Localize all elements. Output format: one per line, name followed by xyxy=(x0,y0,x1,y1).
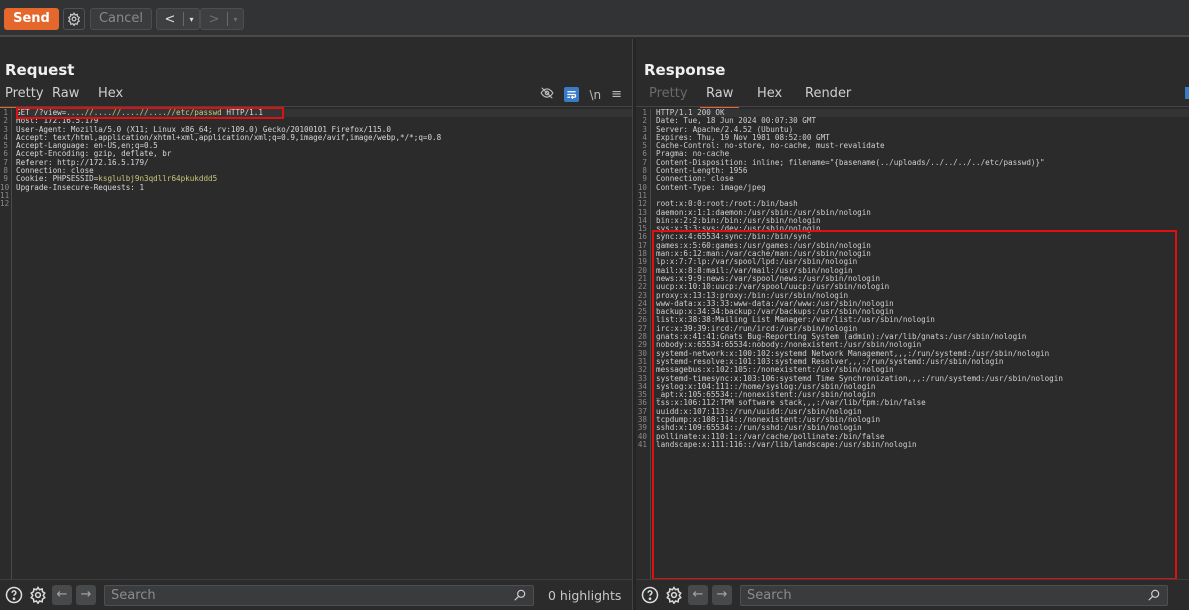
scrollbar-marker[interactable] xyxy=(1185,87,1189,99)
back-arrow-icon: < xyxy=(164,11,176,27)
help-icon xyxy=(5,586,23,604)
help-icon xyxy=(641,586,659,604)
line-gutter: 1 2 3 4 5 6 7 8 9 10 11 12 13 14 15 16 17 18 19 20 21 22 23 24 2… xyxy=(636,108,651,579)
search-placeholder: Search xyxy=(111,587,156,603)
settings-button[interactable] xyxy=(664,585,684,605)
search-icon xyxy=(513,588,527,608)
newline-toggle[interactable]: \n xyxy=(589,88,601,102)
forward-dropdown-icon[interactable]: ▾ xyxy=(228,15,243,24)
request-pane: Request Pretty Raw Hex \n ≡ 1 2 3 4 5 6 7 8 9 10 1… xyxy=(0,39,632,579)
arrow-right-icon: → xyxy=(716,587,728,602)
hamburger-icon[interactable]: ≡ xyxy=(611,87,622,102)
response-pane: Response Pretty Raw Hex Render 123456789… xyxy=(636,39,1189,580)
request-footer: ← → Search 0 highlights xyxy=(0,579,632,610)
gear-icon xyxy=(67,12,81,26)
help-button[interactable] xyxy=(4,585,24,605)
payload-highlight-box xyxy=(16,107,284,119)
forward-arrow-icon: > xyxy=(208,11,220,27)
line-number: 41 xyxy=(637,439,647,449)
tab-raw[interactable]: Raw xyxy=(699,86,740,108)
arrow-right-icon: → xyxy=(80,587,92,602)
search-icon xyxy=(1147,588,1161,608)
history-forward-button[interactable]: > ▾ xyxy=(200,8,244,30)
history-back-button[interactable]: < ▾ xyxy=(156,8,200,30)
tab-hex[interactable]: Hex xyxy=(98,86,123,101)
tab-raw[interactable]: Raw xyxy=(52,86,79,101)
tabs-divider xyxy=(636,106,1189,107)
back-dropdown-icon[interactable]: ▾ xyxy=(184,15,199,24)
help-button[interactable] xyxy=(640,585,660,605)
highlights-count: 0 highlights xyxy=(548,587,622,603)
gear-icon xyxy=(666,586,682,604)
tab-pretty[interactable]: Pretty xyxy=(0,86,50,108)
line-number: 12 xyxy=(0,199,10,209)
code-line: Cache-Control: no-store, no-cache, must-… xyxy=(656,141,885,151)
response-tabs: Pretty Raw Hex Render xyxy=(636,86,1189,108)
request-code[interactable]: GET /?view=....//....//....//....//etc/p… xyxy=(16,108,632,209)
search-placeholder: Search xyxy=(747,587,792,603)
wrap-lines-button[interactable] xyxy=(564,87,580,102)
response-footer: ← → Search xyxy=(636,579,1189,610)
settings-button[interactable] xyxy=(63,8,85,30)
response-search-input[interactable]: Search xyxy=(740,584,1168,608)
gear-icon xyxy=(30,586,46,604)
request-search-input[interactable]: Search xyxy=(104,584,534,608)
request-title: Request xyxy=(5,61,75,79)
tab-hex[interactable]: Hex xyxy=(757,86,782,101)
next-match-button[interactable]: → xyxy=(76,585,96,605)
arrow-left-icon: ← xyxy=(56,587,68,602)
request-tabs: Pretty Raw Hex xyxy=(0,86,632,108)
wrap-lines-icon xyxy=(567,91,577,100)
tab-render[interactable]: Render xyxy=(805,86,851,101)
code-line: Content-Type: image/jpeg xyxy=(656,182,766,192)
line-gutter: 1 2 3 4 5 6 7 8 9 10 11 12 xyxy=(0,108,12,579)
next-match-button[interactable]: → xyxy=(712,585,732,605)
request-editor-tools: \n ≡ xyxy=(540,85,622,104)
code-line: Upgrade-Insecure-Requests: 1 xyxy=(16,182,145,192)
settings-button[interactable] xyxy=(28,585,48,605)
response-title: Response xyxy=(644,61,726,79)
tab-pretty[interactable]: Pretty xyxy=(649,86,688,101)
previous-match-button[interactable]: ← xyxy=(52,585,72,605)
passwd-highlight-box xyxy=(652,230,1177,580)
previous-match-button[interactable]: ← xyxy=(688,585,708,605)
send-button[interactable]: Send xyxy=(4,8,59,30)
cancel-button[interactable]: Cancel xyxy=(90,8,152,30)
top-toolbar: Send Cancel < ▾ > ▾ xyxy=(0,0,1189,37)
arrow-left-icon: ← xyxy=(692,587,704,602)
code-line: Referer: http://172.16.5.179/ xyxy=(16,157,149,167)
code-line: Content-Length: 1956 xyxy=(656,166,748,176)
eye-off-icon[interactable] xyxy=(540,85,554,104)
